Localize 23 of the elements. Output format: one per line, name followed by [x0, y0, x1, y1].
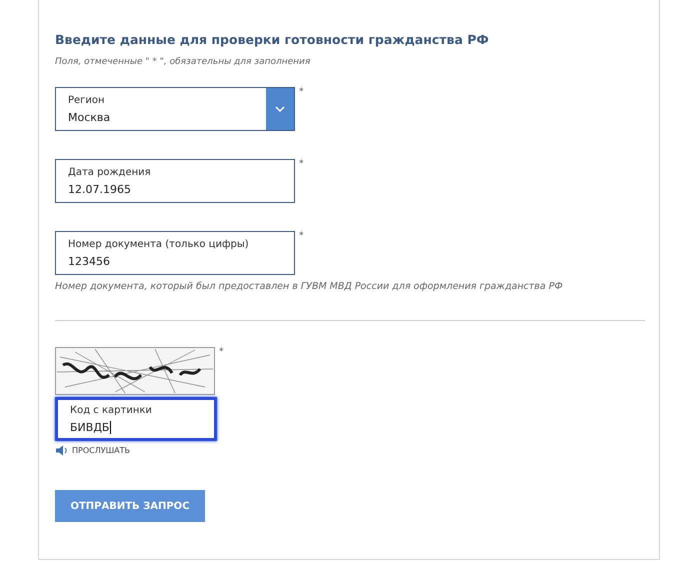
- input-field[interactable]: Код с картинки БИВДБ: [55, 397, 217, 441]
- field-value: 123456: [68, 254, 111, 268]
- required-note: Поля, отмеченные " * ", обязательны для заполнения: [55, 57, 312, 67]
- field-label: Дата рождения: [68, 166, 152, 178]
- required-mark: *: [299, 231, 304, 241]
- input-field[interactable]: Дата рождения 12.07.1965: [55, 159, 295, 203]
- chevron-down-icon: [275, 106, 285, 112]
- input-field[interactable]: Номер документа (только цифры) 123456: [55, 231, 295, 275]
- form-title: Введите данные для проверки готовности гражданства РФ: [55, 32, 490, 47]
- field-label: Регион: [68, 94, 106, 106]
- required-mark: *: [299, 87, 304, 97]
- listen-button[interactable]: ПРОСЛУШАТЬ: [55, 445, 130, 456]
- field-hint: Номер документа, который был предоставлен в ГУВМ МВД России для оформления гражданства РФ: [55, 281, 564, 292]
- field-value: 12.07.1965: [68, 182, 132, 196]
- field-label: Номер документа (только цифры): [68, 238, 250, 250]
- field-value: Москва: [68, 110, 112, 124]
- field-value: БИВДБ: [70, 420, 112, 434]
- required-mark: *: [219, 347, 224, 357]
- dropdown-button[interactable]: [266, 88, 294, 130]
- region-select[interactable]: Регион Москва: [55, 87, 295, 131]
- speaker-icon: [55, 445, 69, 456]
- field-label: Код с картинки: [70, 404, 153, 416]
- required-mark: *: [299, 159, 304, 169]
